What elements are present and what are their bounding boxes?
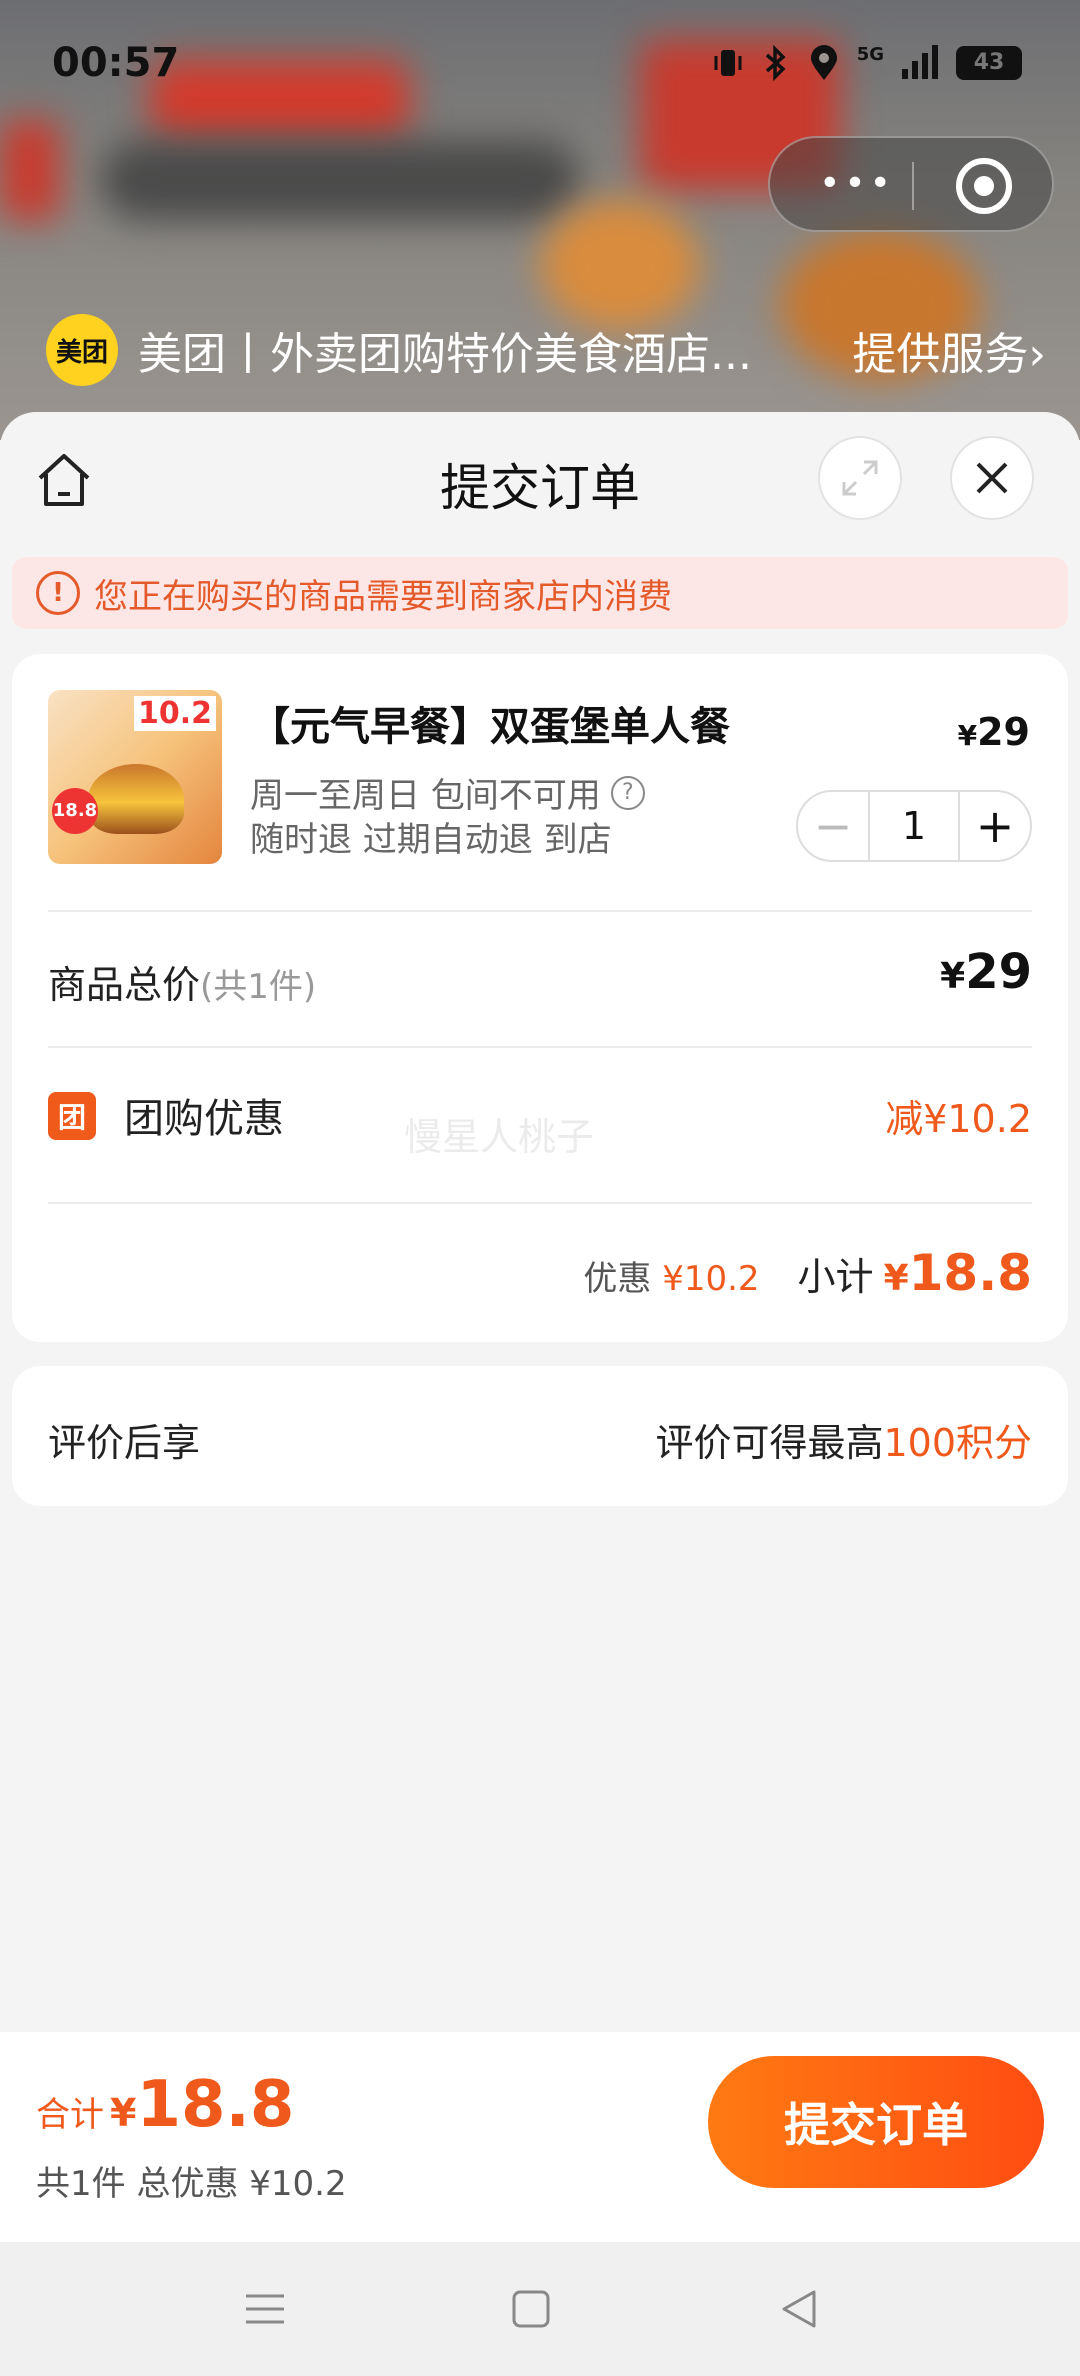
- thumbnail-badge: 18.8: [52, 788, 98, 834]
- subtotal-value: 18.8: [908, 1244, 1032, 1302]
- total-price-label: 商品总价(共1件): [48, 954, 316, 1009]
- sheet-nav: 提交订单: [0, 412, 1080, 552]
- refund-rule: 随时退 过期自动退 到店: [250, 820, 612, 860]
- evaluation-reward-points: 100积分: [883, 1421, 1032, 1465]
- product-price-symbol: ¥: [957, 719, 978, 752]
- home-icon[interactable]: [32, 448, 96, 512]
- evaluation-label: 评价后享: [48, 1421, 201, 1465]
- discount-label: 优惠: [583, 1259, 652, 1299]
- decrease-button[interactable]: −: [798, 792, 868, 860]
- chevron-right-icon: ›: [1028, 329, 1046, 380]
- status-time: 00:57: [52, 40, 180, 86]
- bluetooth-icon: [765, 45, 786, 81]
- divider: [48, 910, 1032, 912]
- quantity-value[interactable]: 1: [868, 792, 960, 860]
- usage-rule: 周一至周日 包间不可用 ?: [250, 768, 645, 817]
- bottom-action-bar: 合计 ¥ 18.8 共1件 总优惠 ¥10.2 提交订单: [0, 2032, 1080, 2242]
- expand-button[interactable]: [818, 436, 902, 520]
- product-price: ¥29: [958, 710, 1030, 754]
- battery-indicator: 43: [956, 46, 1022, 80]
- close-button[interactable]: [950, 436, 1034, 520]
- close-icon: [976, 462, 1008, 494]
- provide-service-link[interactable]: 提供服务›: [852, 318, 1046, 382]
- warning-icon: !: [36, 571, 80, 615]
- square-icon[interactable]: [506, 2284, 556, 2334]
- capsule-menu[interactable]: •••: [768, 136, 1054, 232]
- quantity-stepper: − 1 +: [796, 790, 1032, 862]
- product-price-value: 29: [977, 710, 1030, 754]
- group-buy-icon: 团: [48, 1092, 96, 1140]
- more-dots-icon[interactable]: •••: [812, 164, 902, 204]
- total-count: (共1件): [200, 967, 317, 1007]
- mini-program-bar: 美团 美团丨外卖团购特价美食酒店... 提供服务›: [46, 310, 1046, 390]
- exit-target-icon[interactable]: [956, 158, 1012, 214]
- order-card: 10.2 18.8 【元气早餐】双蛋堡单人餐 ¥29 周一至周日 包间不可用 ?…: [12, 654, 1068, 1342]
- back-triangle-icon[interactable]: [774, 2284, 824, 2334]
- total-price-value: 29: [965, 944, 1032, 1000]
- subtotal: 小计 ¥18.8: [798, 1244, 1032, 1302]
- expand-icon: [842, 460, 878, 496]
- submit-order-button[interactable]: 提交订单: [708, 2056, 1044, 2188]
- subtotal-label: 小计: [797, 1255, 874, 1299]
- total-price-symbol: ¥: [940, 956, 966, 997]
- divider: [48, 1202, 1032, 1204]
- order-total: 合计 ¥ 18.8: [36, 2068, 294, 2142]
- discount-summary: 优惠 ¥10.2: [583, 1251, 759, 1300]
- location-icon: [810, 45, 837, 80]
- total-price-label-text: 商品总价: [48, 963, 201, 1007]
- page-title: 提交订单: [440, 459, 640, 517]
- order-sheet: 提交订单 ! 您正在购买的商品需要到商家店内消费 10.2 18.8 【元气早餐…: [0, 412, 1080, 2032]
- signal-icon: [902, 45, 938, 79]
- group-buy-label: 团购优惠: [124, 1096, 284, 1142]
- divider: [48, 1046, 1032, 1048]
- thumbnail-price-tag: 10.2: [133, 696, 216, 731]
- product-title: 【元气早餐】双蛋堡单人餐: [250, 704, 730, 750]
- group-buy-amount: 减¥10.2: [885, 1097, 1032, 1141]
- burger-image: [88, 764, 184, 834]
- banner-blob: [0, 120, 60, 220]
- product-thumbnail[interactable]: 10.2 18.8: [48, 690, 222, 864]
- provide-service-label: 提供服务: [852, 329, 1029, 380]
- capsule-divider: [912, 162, 914, 210]
- watermark-text: 慢星人桃子: [404, 1115, 595, 1159]
- notice-text: 您正在购买的商品需要到商家店内消费: [94, 576, 672, 617]
- status-icons: 5G 43: [711, 44, 1022, 82]
- order-total-symbol: ¥: [110, 2091, 137, 2135]
- meituan-logo: 美团: [46, 314, 118, 386]
- banner-blob: [100, 140, 580, 220]
- system-navigation-bar: [0, 2242, 1080, 2376]
- network-label: 5G: [856, 44, 884, 65]
- order-total-detail: 共1件 总优惠 ¥10.2: [36, 2164, 347, 2204]
- total-price: ¥29: [940, 944, 1032, 1000]
- evaluation-reward-prefix: 评价可得最高: [655, 1421, 884, 1465]
- status-bar: 00:57 5G 43: [0, 0, 1080, 130]
- vibrate-icon: [714, 50, 742, 76]
- evaluation-reward: 评价可得最高100积分: [655, 1412, 1032, 1467]
- menu-icon[interactable]: [240, 2284, 290, 2334]
- usage-rule-text: 周一至周日 包间不可用: [250, 776, 601, 816]
- store-consumption-notice: ! 您正在购买的商品需要到商家店内消费: [12, 557, 1068, 629]
- question-icon[interactable]: ?: [610, 775, 645, 810]
- subtotal-row: 优惠 ¥10.2 小计 ¥18.8: [583, 1244, 1032, 1302]
- order-total-value: 18.8: [136, 2068, 295, 2142]
- evaluation-card[interactable]: 评价后享 评价可得最高100积分: [12, 1366, 1068, 1506]
- discount-value: ¥10.2: [662, 1259, 760, 1299]
- increase-button[interactable]: +: [960, 792, 1030, 860]
- subtotal-symbol: ¥: [883, 1258, 909, 1299]
- order-total-label: 合计: [36, 2095, 104, 2135]
- mini-program-title: 美团丨外卖团购特价美食酒店...: [138, 329, 752, 380]
